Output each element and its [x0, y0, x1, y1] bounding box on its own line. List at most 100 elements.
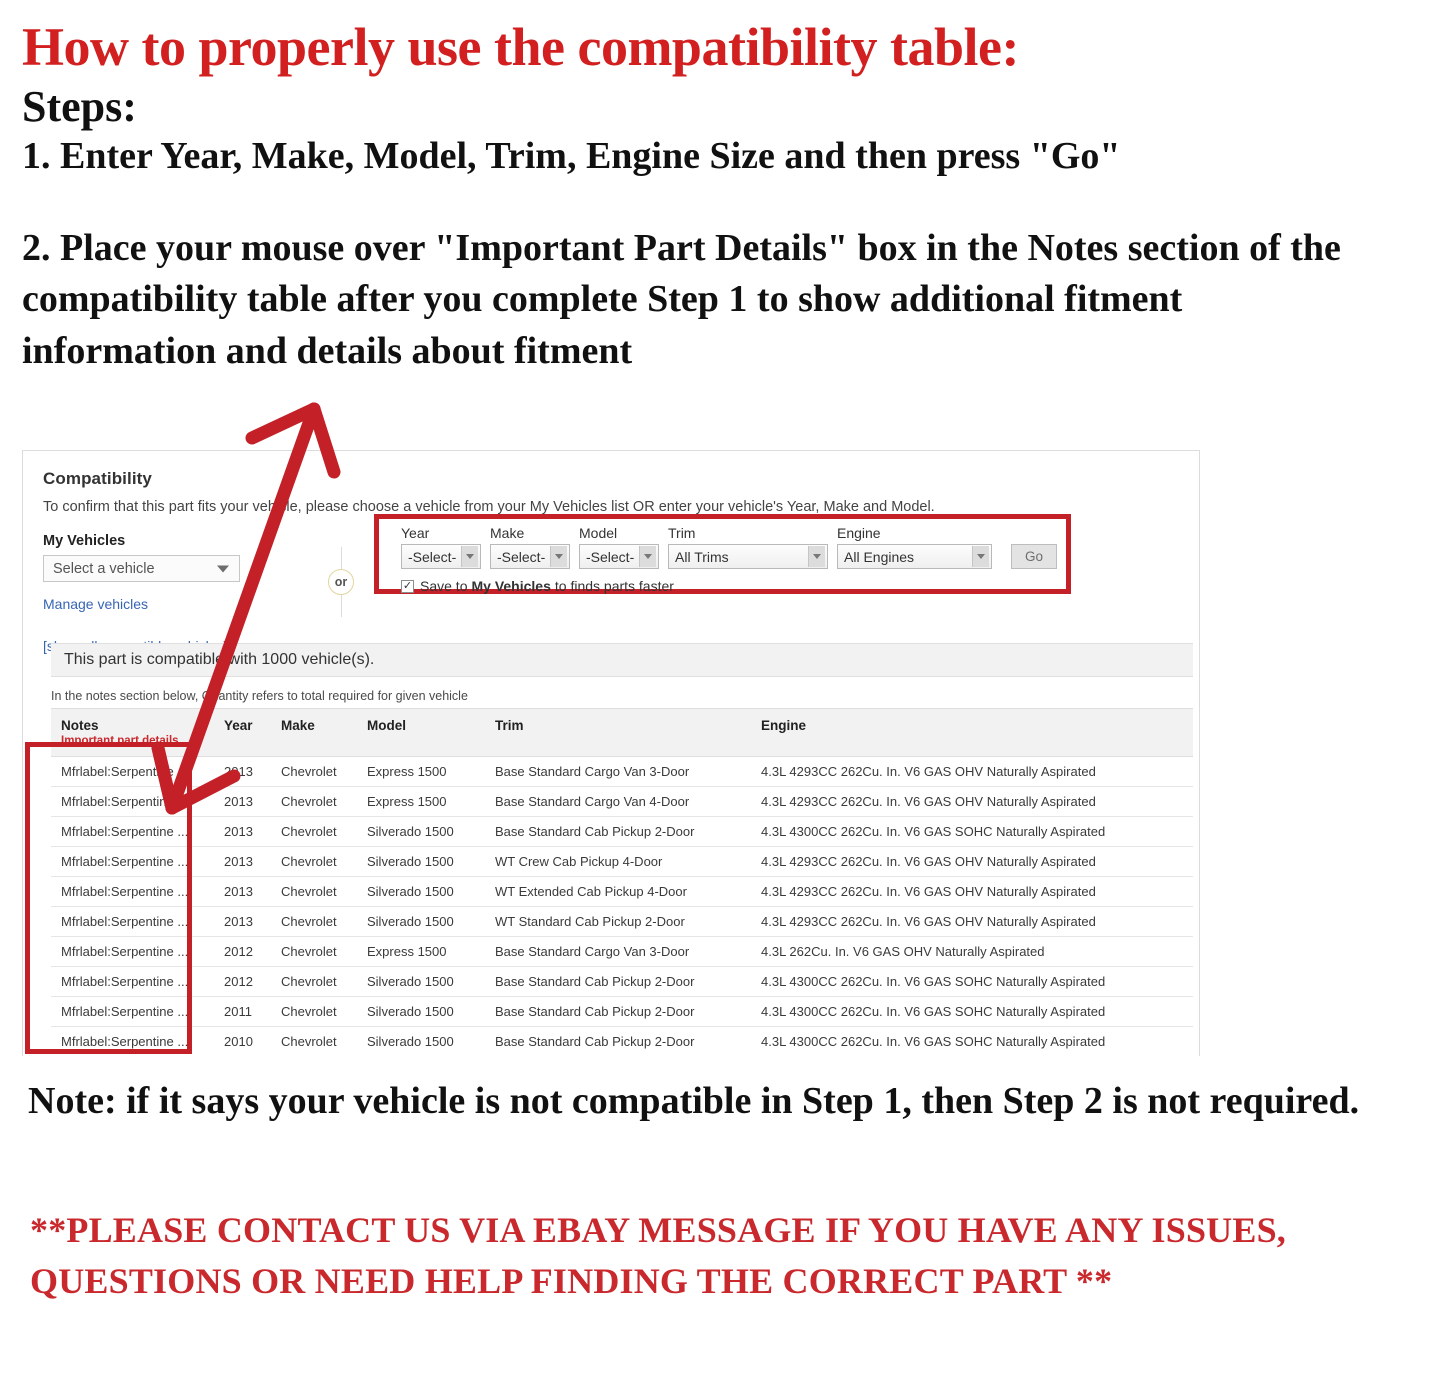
cell-trim: Base Standard Cargo Van 3-Door — [485, 756, 751, 787]
compatibility-description: To confirm that this part fits your vehi… — [43, 499, 935, 515]
cell-engine: 4.3L 4300CC 262Cu. In. V6 GAS SOHC Natur… — [751, 996, 1193, 1027]
save-bold-text: My Vehicles — [471, 578, 551, 594]
go-button[interactable]: Go — [1011, 544, 1057, 569]
cell-engine: 4.3L 4293CC 262Cu. In. V6 GAS OHV Natura… — [751, 756, 1193, 787]
cell-trim: Base Standard Cab Pickup 2-Door — [485, 996, 751, 1027]
cell-model: Express 1500 — [357, 936, 485, 967]
engine-label: Engine — [837, 525, 881, 541]
table-row: Mfrlabel:Serpentine ... 2013 Chevrolet Silv… — [51, 876, 1193, 907]
table-header-row: Notes Important part details Year Make M… — [51, 708, 1193, 757]
table-body: Mfrlabel:Serpentine ... 2013 Chevrolet Expr… — [51, 756, 1193, 1056]
cell-engine: 4.3L 262Cu. In. V6 GAS OHV Naturally Asp… — [751, 936, 1193, 967]
save-vehicle-checkbox[interactable]: ✓ — [401, 579, 414, 593]
cell-model: Silverado 1500 — [357, 816, 485, 847]
model-select[interactable]: -Select- — [579, 544, 659, 569]
cell-make: Chevrolet — [271, 996, 357, 1027]
or-badge-label: or — [328, 569, 354, 595]
cell-engine: 4.3L 4293CC 262Cu. In. V6 GAS OHV Natura… — [751, 906, 1193, 937]
cell-model: Express 1500 — [357, 786, 485, 817]
cell-make: Chevrolet — [271, 1026, 357, 1056]
engine-field-group: Engine All Engines — [837, 525, 992, 569]
my-vehicles-section: My Vehicles Select a vehicle Manage vehi… — [43, 533, 293, 654]
footer-contact-message: **PLEASE CONTACT US VIA EBAY MESSAGE IF … — [30, 1210, 1287, 1302]
cell-model: Silverado 1500 — [357, 906, 485, 937]
cell-trim: Base Standard Cargo Van 3-Door — [485, 936, 751, 967]
cell-trim: Base Standard Cab Pickup 2-Door — [485, 966, 751, 997]
compatibility-table: Notes Important part details Year Make M… — [51, 708, 1193, 1056]
chevron-down-icon — [217, 565, 229, 572]
cell-trim: Base Standard Cab Pickup 2-Door — [485, 1026, 751, 1056]
cell-make: Chevrolet — [271, 966, 357, 997]
chevron-down-icon — [550, 546, 567, 567]
cell-notes: Mfrlabel:Serpentine ... — [51, 936, 214, 967]
important-part-details-label: Important part details — [61, 735, 179, 747]
cell-make: Chevrolet — [271, 876, 357, 907]
step-2-text: 2. Place your mouse over "Important Part… — [22, 227, 1341, 372]
cell-make: Chevrolet — [271, 906, 357, 937]
trim-select[interactable]: All Trims — [668, 544, 828, 569]
cell-notes: Mfrlabel:Serpentine ... — [51, 996, 214, 1027]
table-row: Mfrlabel:Serpentine ... 2013 Chevrolet Expr… — [51, 756, 1193, 787]
table-row: Mfrlabel:Serpentine ... 2010 Chevrolet Silv… — [51, 1026, 1193, 1056]
make-label: Make — [490, 525, 525, 541]
table-row: Mfrlabel:Serpentine ... 2013 Chevrolet Silv… — [51, 846, 1193, 877]
model-value: -Select- — [586, 548, 635, 565]
save-suffix-text: to finds parts faster — [554, 578, 674, 594]
cell-year: 2011 — [214, 996, 271, 1027]
engine-select[interactable]: All Engines — [837, 544, 992, 569]
cell-year: 2010 — [214, 1026, 271, 1056]
engine-value: All Engines — [844, 548, 915, 565]
cell-trim: WT Crew Cab Pickup 4-Door — [485, 846, 751, 877]
column-header-notes: Notes Important part details — [51, 708, 214, 757]
page-title: How to properly use the compatibility ta… — [22, 17, 1019, 77]
cell-year: 2012 — [214, 966, 271, 997]
cell-year: 2013 — [214, 906, 271, 937]
vehicle-select-value: Select a vehicle — [53, 560, 155, 577]
model-field-group: Model -Select- — [579, 525, 659, 569]
cell-trim: Base Standard Cab Pickup 2-Door — [485, 816, 751, 847]
manage-vehicles-link[interactable]: Manage vehicles — [43, 596, 293, 612]
table-row: Mfrlabel:Serpentine ... 2013 Chevrolet Expr… — [51, 786, 1193, 817]
vehicle-select-dropdown[interactable]: Select a vehicle — [43, 555, 240, 582]
make-select[interactable]: -Select- — [490, 544, 570, 569]
column-header-model: Model — [357, 708, 485, 757]
cell-notes: Mfrlabel:Serpentine ... — [51, 786, 214, 817]
cell-year: 2013 — [214, 816, 271, 847]
cell-make: Chevrolet — [271, 936, 357, 967]
cell-make: Chevrolet — [271, 756, 357, 787]
notes-header-label: Notes — [61, 718, 99, 733]
vehicle-finder-fields: Year -Select- Make -Select- Model -Selec… — [401, 525, 1066, 569]
cell-engine: 4.3L 4293CC 262Cu. In. V6 GAS OHV Natura… — [751, 846, 1193, 877]
table-row: Mfrlabel:Serpentine ... 2012 Chevrolet Expr… — [51, 936, 1193, 967]
footer-note: Note: if it says your vehicle is not com… — [28, 1080, 1360, 1122]
year-field-group: Year -Select- — [401, 525, 481, 569]
cell-notes: Mfrlabel:Serpentine ... — [51, 1026, 214, 1056]
year-value: -Select- — [408, 548, 457, 565]
cell-trim: WT Standard Cab Pickup 2-Door — [485, 906, 751, 937]
column-header-make: Make — [271, 708, 357, 757]
cell-year: 2013 — [214, 786, 271, 817]
cell-model: Silverado 1500 — [357, 1026, 485, 1056]
cell-notes: Mfrlabel:Serpentine ... — [51, 846, 214, 877]
vehicle-finder-highlight-box: Year -Select- Make -Select- Model -Selec… — [374, 514, 1071, 594]
year-select[interactable]: -Select- — [401, 544, 481, 569]
chevron-down-icon — [639, 546, 656, 567]
cell-trim: WT Extended Cab Pickup 4-Door — [485, 876, 751, 907]
cell-make: Chevrolet — [271, 816, 357, 847]
cell-year: 2013 — [214, 756, 271, 787]
cell-model: Silverado 1500 — [357, 966, 485, 997]
save-to-my-vehicles-row[interactable]: ✓ Save to My Vehicles to finds parts fas… — [401, 578, 1066, 594]
model-label: Model — [579, 525, 618, 541]
vehicle-finder: Year -Select- Make -Select- Model -Selec… — [379, 519, 1066, 594]
column-header-year: Year — [214, 708, 271, 757]
make-value: -Select- — [497, 548, 546, 565]
year-label: Year — [401, 525, 430, 541]
cell-make: Chevrolet — [271, 786, 357, 817]
cell-model: Silverado 1500 — [357, 876, 485, 907]
column-header-trim: Trim — [485, 708, 751, 757]
make-field-group: Make -Select- — [490, 525, 570, 569]
instructions-header: How to properly use the compatibility ta… — [22, 18, 1422, 377]
cell-notes: Mfrlabel:Serpentine ... — [51, 876, 214, 907]
trim-field-group: Trim All Trims — [668, 525, 828, 569]
cell-engine: 4.3L 4300CC 262Cu. In. V6 GAS SOHC Natur… — [751, 966, 1193, 997]
